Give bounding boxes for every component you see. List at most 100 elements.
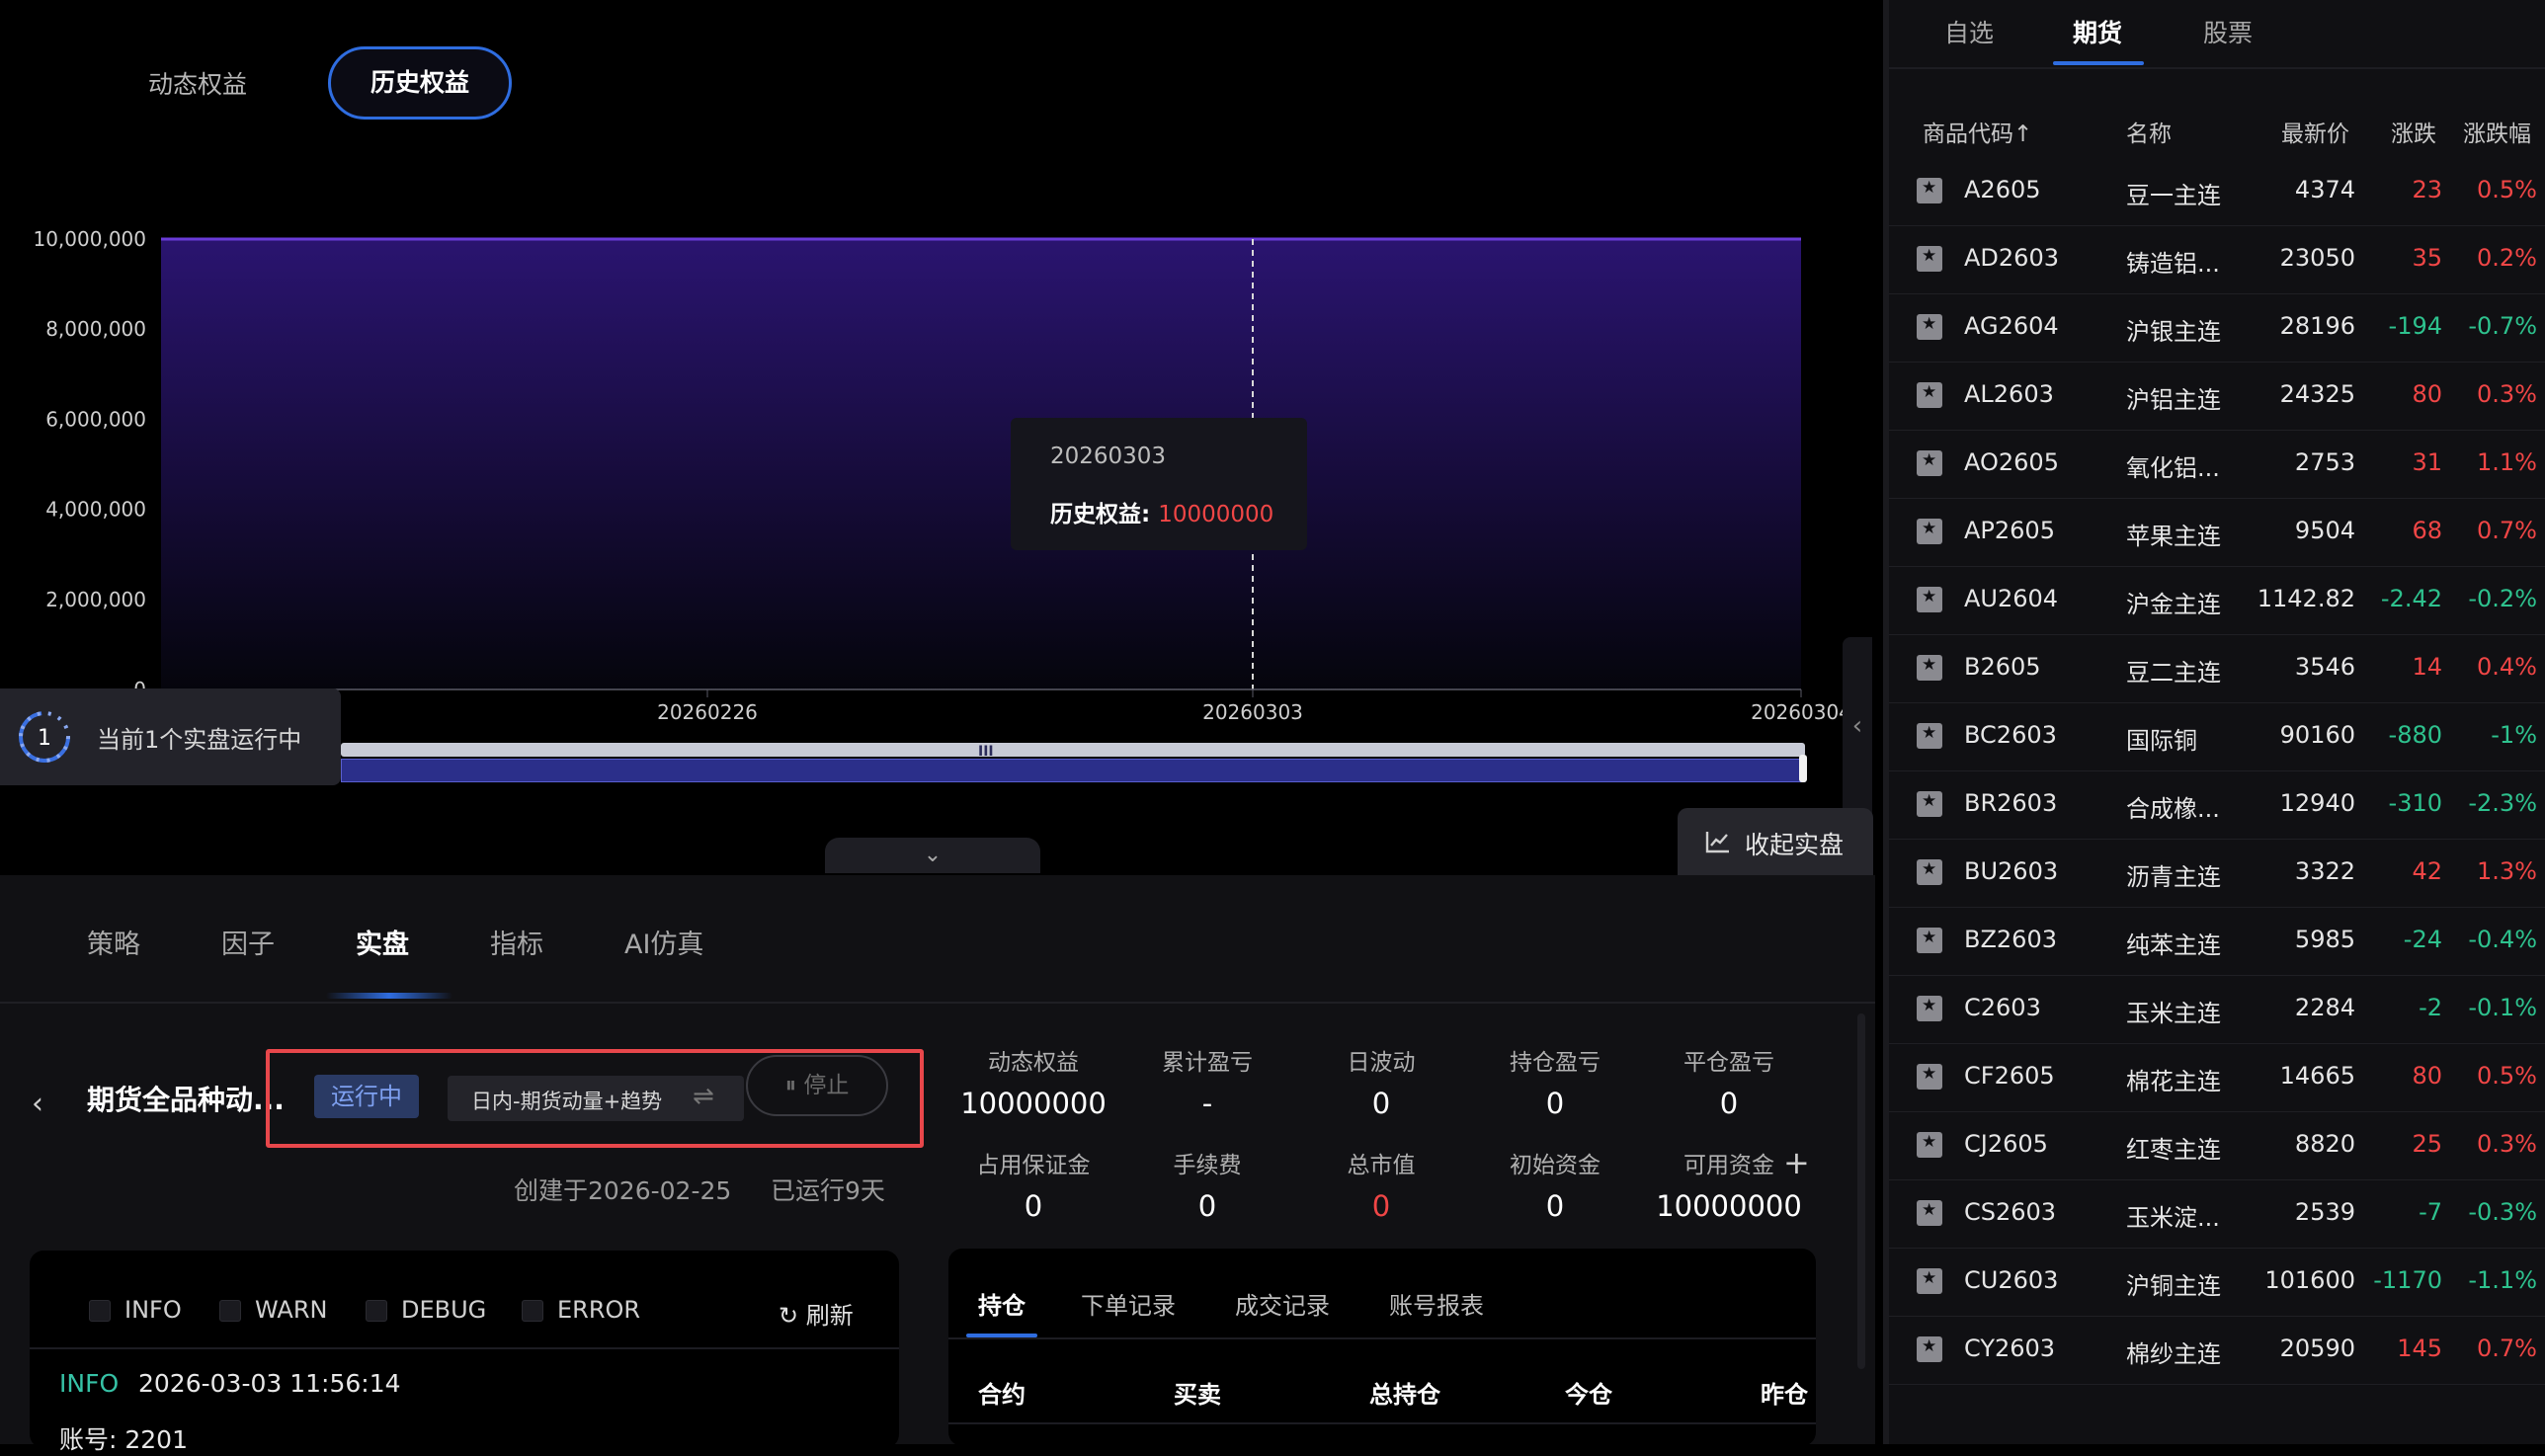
table-row[interactable]: BZ2603 纯苯主连 5985 -24 -0.4% bbox=[1889, 908, 2545, 976]
watchlist-star-icon[interactable] bbox=[1917, 1132, 1942, 1158]
collapse-live-button[interactable]: 收起实盘 bbox=[1678, 808, 1873, 875]
refresh-label: 刷新 bbox=[805, 1302, 854, 1330]
metric-label: 初始资金 bbox=[1510, 1153, 1601, 1178]
watchlist-star-icon[interactable] bbox=[1917, 1268, 1942, 1294]
watchlist-star-icon[interactable] bbox=[1917, 382, 1942, 408]
table-row[interactable]: EB2603 苯乙烯 7605 22 0.3% bbox=[1889, 1385, 2545, 1405]
row-name: 苯乙烯 bbox=[2126, 1403, 2197, 1405]
market-panel: 自选 期货 股票 商品代码↑ 名称 最新价 涨跌 涨跌幅 A2605 豆一主连 43… bbox=[1883, 0, 2545, 1444]
nav-tab-live[interactable]: 实盘 bbox=[356, 923, 409, 961]
row-pct: 0.2% bbox=[2477, 244, 2537, 272]
tab-futures[interactable]: 期货 bbox=[2073, 14, 2122, 49]
table-row[interactable]: CF2605 棉花主连 14665 80 0.5% bbox=[1889, 1044, 2545, 1112]
nav-tab-indicator[interactable]: 指标 bbox=[490, 923, 543, 961]
row-price: 2539 bbox=[2294, 1198, 2355, 1226]
refresh-button[interactable]: ↻ 刷新 bbox=[779, 1296, 854, 1331]
log-account: 账号: 2201 bbox=[59, 1425, 188, 1454]
plus-icon[interactable]: + bbox=[1783, 1144, 1810, 1181]
table-row[interactable]: BR2603 合成橡... 12940 -310 -2.3% bbox=[1889, 771, 2545, 840]
tab-watchlist[interactable]: 自选 bbox=[1944, 14, 1994, 49]
positions-panel: 持仓 下单记录 成交记录 账号报表 合约 买卖 总持仓 今仓 昨仓 bbox=[948, 1249, 1816, 1446]
watchlist-star-icon[interactable] bbox=[1917, 1064, 1942, 1090]
header-code[interactable]: 商品代码↑ bbox=[1923, 115, 2032, 148]
metric-value: 0 bbox=[1371, 1087, 1391, 1120]
header-change[interactable]: 涨跌 bbox=[2391, 115, 2436, 148]
table-row[interactable]: CU2603 沪铜主连 101600 -1170 -1.1% bbox=[1889, 1249, 2545, 1317]
nav-tab-strategy[interactable]: 策略 bbox=[87, 923, 140, 961]
filter-warn[interactable]: WARN bbox=[219, 1296, 327, 1324]
table-row[interactable]: C2603 玉米主连 2284 -2 -0.1% bbox=[1889, 976, 2545, 1044]
checkbox[interactable] bbox=[219, 1300, 241, 1322]
table-row[interactable]: CY2603 棉纱主连 20590 145 0.7% bbox=[1889, 1317, 2545, 1385]
chevron-left-icon[interactable]: ‹ bbox=[32, 1087, 43, 1121]
y-tick-label: 8,000,000 bbox=[45, 317, 146, 341]
range-right-handle[interactable] bbox=[1799, 755, 1807, 782]
chevron-down-icon[interactable]: ⌄ bbox=[825, 838, 1040, 873]
tab-dynamic-equity[interactable]: 动态权益 bbox=[109, 55, 287, 115]
table-row[interactable]: CJ2605 红枣主连 8820 25 0.3% bbox=[1889, 1112, 2545, 1180]
header-price[interactable]: 最新价 bbox=[2281, 115, 2349, 148]
mode-select[interactable]: 日内-期货动量+趋势 ⇌ bbox=[448, 1076, 744, 1121]
watchlist-star-icon[interactable] bbox=[1917, 314, 1942, 340]
row-change: -1170 bbox=[2373, 1266, 2442, 1294]
table-row[interactable]: AP2605 苹果主连 9504 68 0.7% bbox=[1889, 499, 2545, 567]
tab-stocks[interactable]: 股票 bbox=[2203, 14, 2253, 49]
table-row[interactable]: BC2603 国际铜 90160 -880 -1% bbox=[1889, 703, 2545, 771]
watchlist-star-icon[interactable] bbox=[1917, 723, 1942, 749]
table-row[interactable]: AU2604 沪金主连 1142.82 -2.42 -0.2% bbox=[1889, 567, 2545, 635]
filter-error[interactable]: ERROR bbox=[522, 1296, 640, 1324]
watchlist-star-icon[interactable] bbox=[1917, 996, 1942, 1021]
strategy-title: 期货全品种动... bbox=[87, 1084, 285, 1116]
nav-tab-factor[interactable]: 因子 bbox=[221, 923, 275, 961]
checkbox[interactable] bbox=[366, 1300, 387, 1322]
y-tick-label: 2,000,000 bbox=[45, 588, 146, 611]
x-tick-label: 20260303 bbox=[1202, 700, 1303, 724]
table-row[interactable]: BU2603 沥青主连 3322 42 1.3% bbox=[1889, 840, 2545, 908]
checkbox[interactable] bbox=[522, 1300, 543, 1322]
table-row[interactable]: B2605 豆二主连 3546 14 0.4% bbox=[1889, 635, 2545, 703]
watchlist-star-icon[interactable] bbox=[1917, 246, 1942, 272]
watchlist-star-icon[interactable] bbox=[1917, 178, 1942, 203]
swap-icon[interactable]: ⇌ bbox=[693, 1082, 714, 1111]
table-row[interactable]: A2605 豆一主连 4374 23 0.5% bbox=[1889, 158, 2545, 226]
running-live-indicator[interactable]: 1 当前1个实盘运行中 bbox=[0, 688, 341, 785]
watchlist-star-icon[interactable] bbox=[1917, 791, 1942, 817]
drag-grip-icon[interactable]: III bbox=[978, 744, 994, 760]
scrollbar[interactable] bbox=[1857, 1013, 1865, 1369]
row-price: 4374 bbox=[2294, 176, 2355, 203]
watchlist-star-icon[interactable] bbox=[1917, 450, 1942, 476]
row-change: -310 bbox=[2388, 789, 2442, 817]
table-row[interactable]: AL2603 沪铝主连 24325 80 0.3% bbox=[1889, 363, 2545, 431]
row-price: 28196 bbox=[2279, 312, 2355, 340]
tab-orders[interactable]: 下单记录 bbox=[1081, 1286, 1176, 1321]
row-code: BC2603 bbox=[1964, 721, 2057, 749]
equity-chart[interactable]: 02,000,0004,000,0006,000,0008,000,00010,… bbox=[0, 198, 1877, 751]
table-row[interactable]: CS2603 玉米淀... 2539 -7 -0.3% bbox=[1889, 1180, 2545, 1249]
watchlist-star-icon[interactable] bbox=[1917, 928, 1942, 953]
watchlist-star-icon[interactable] bbox=[1917, 1200, 1942, 1226]
nav-tab-ai-sim[interactable]: AI仿真 bbox=[624, 923, 703, 961]
table-row[interactable]: AO2605 氧化铝... 2753 31 1.1% bbox=[1889, 431, 2545, 499]
tab-positions[interactable]: 持仓 bbox=[978, 1286, 1026, 1321]
watchlist-star-icon[interactable] bbox=[1917, 587, 1942, 612]
filter-debug[interactable]: DEBUG bbox=[366, 1296, 486, 1324]
range-slider[interactable]: III bbox=[341, 743, 1807, 784]
table-row[interactable]: AG2604 沪银主连 28196 -194 -0.7% bbox=[1889, 294, 2545, 363]
metric-label: 日波动 bbox=[1347, 1050, 1416, 1076]
watchlist-star-icon[interactable] bbox=[1917, 1336, 1942, 1362]
tab-trades[interactable]: 成交记录 bbox=[1235, 1286, 1330, 1321]
checkbox[interactable] bbox=[89, 1300, 111, 1322]
filter-info[interactable]: INFO bbox=[89, 1296, 182, 1324]
metric-value: 0 bbox=[1024, 1189, 1043, 1223]
tab-account-report[interactable]: 账号报表 bbox=[1389, 1286, 1484, 1321]
chevron-left-icon[interactable]: ‹ bbox=[1843, 637, 1872, 815]
table-row[interactable]: AD2603 铸造铝... 23050 35 0.2% bbox=[1889, 226, 2545, 294]
range-track[interactable] bbox=[341, 743, 1805, 757]
tab-history-equity[interactable]: 历史权益 bbox=[328, 46, 512, 120]
watchlist-star-icon[interactable] bbox=[1917, 519, 1942, 544]
stop-button[interactable]: ⏸ 停止 bbox=[746, 1055, 888, 1116]
header-pct[interactable]: 涨跌幅 bbox=[2463, 115, 2531, 148]
watchlist-star-icon[interactable] bbox=[1917, 655, 1942, 681]
tab-active-indicator bbox=[2053, 61, 2144, 65]
watchlist-star-icon[interactable] bbox=[1917, 859, 1942, 885]
